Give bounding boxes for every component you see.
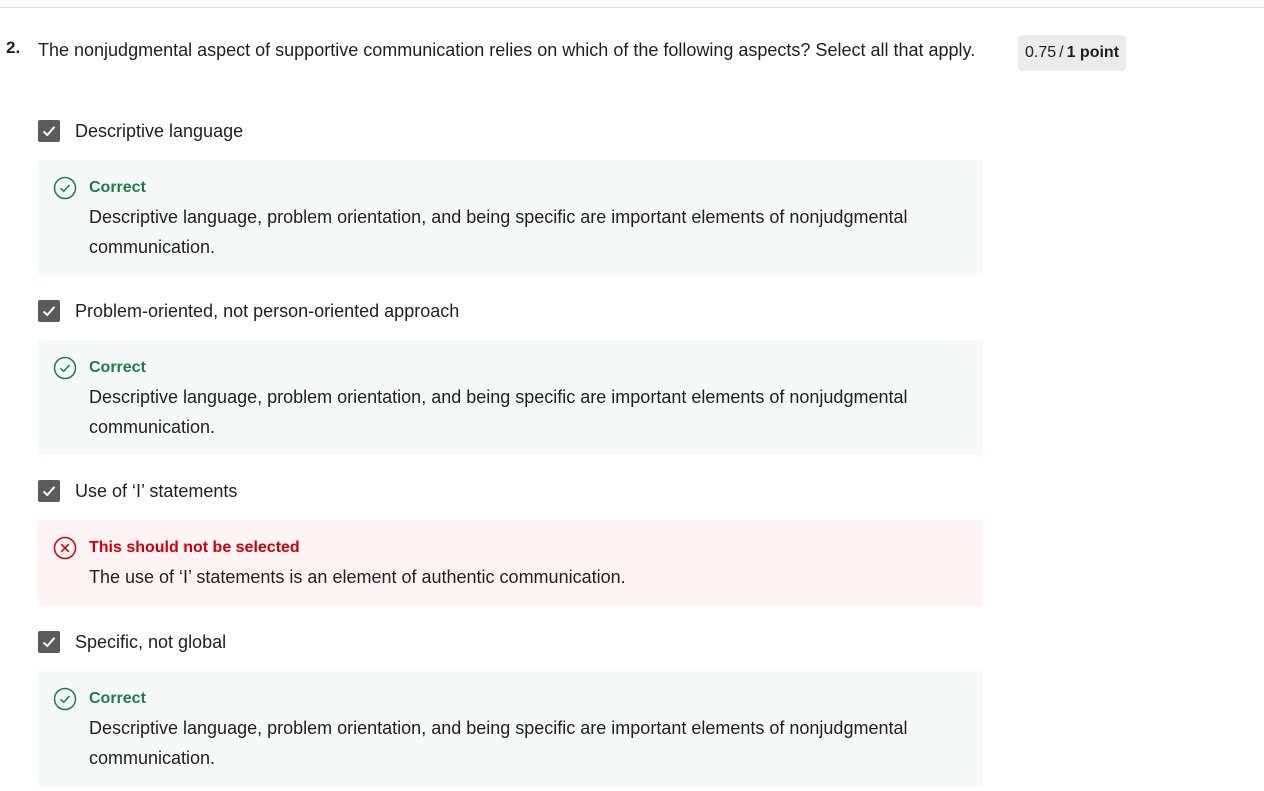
checkmark-icon (42, 306, 56, 317)
feedback-title: Correct (89, 690, 146, 707)
option-problem-oriented[interactable]: Problem-oriented, not person-oriented ap… (38, 299, 459, 323)
checkmark-icon (42, 126, 56, 137)
score-total: 1 point (1066, 44, 1120, 61)
feedback-title: Correct (89, 179, 146, 196)
feedback-title: Correct (89, 359, 146, 376)
feedback-text: Descriptive language, problem orientatio… (89, 718, 908, 768)
score-separator: / (1059, 44, 1064, 61)
option-specific-not-global[interactable]: Specific, not global (38, 630, 226, 654)
option-label: Descriptive language (75, 120, 244, 141)
option-label: Use of ‘I’ statements (75, 480, 238, 501)
question-text: The nonjudgmental aspect of supportive c… (38, 40, 976, 60)
x-circle-icon (53, 536, 77, 560)
option-i-statements[interactable]: Use of ‘I’ statements (38, 479, 237, 503)
feedback-text: The use of ‘I’ statements is an element … (89, 567, 626, 587)
feedback-correct: Correct Descriptive language, problem or… (38, 671, 983, 786)
score-badge: 0.75 / 1 point (1018, 35, 1126, 71)
check-circle-icon (53, 687, 77, 711)
checkmark-icon (42, 486, 56, 497)
check-circle-icon (53, 356, 77, 380)
option-descriptive-language[interactable]: Descriptive language (38, 119, 243, 143)
checkbox-checked[interactable] (38, 120, 60, 142)
feedback-correct: Correct Descriptive language, problem or… (38, 160, 983, 275)
feedback-correct: Correct Descriptive language, problem or… (38, 340, 983, 455)
check-circle-icon (53, 176, 77, 200)
checkbox-checked[interactable] (38, 480, 60, 502)
feedback-incorrect: This should not be selected The use of ‘… (38, 520, 983, 606)
checkmark-icon (42, 637, 56, 648)
top-divider (0, 7, 1264, 8)
question-number: 2. (6, 38, 21, 57)
checkbox-checked[interactable] (38, 300, 60, 322)
score-value: 0.75 (1024, 44, 1057, 61)
feedback-title: This should not be selected (89, 539, 300, 556)
option-label: Specific, not global (75, 631, 227, 652)
checkbox-checked[interactable] (38, 631, 60, 653)
feedback-text: Descriptive language, problem orientatio… (89, 387, 908, 437)
option-label: Problem-oriented, not person-oriented ap… (75, 300, 460, 321)
feedback-text: Descriptive language, problem orientatio… (89, 207, 908, 257)
